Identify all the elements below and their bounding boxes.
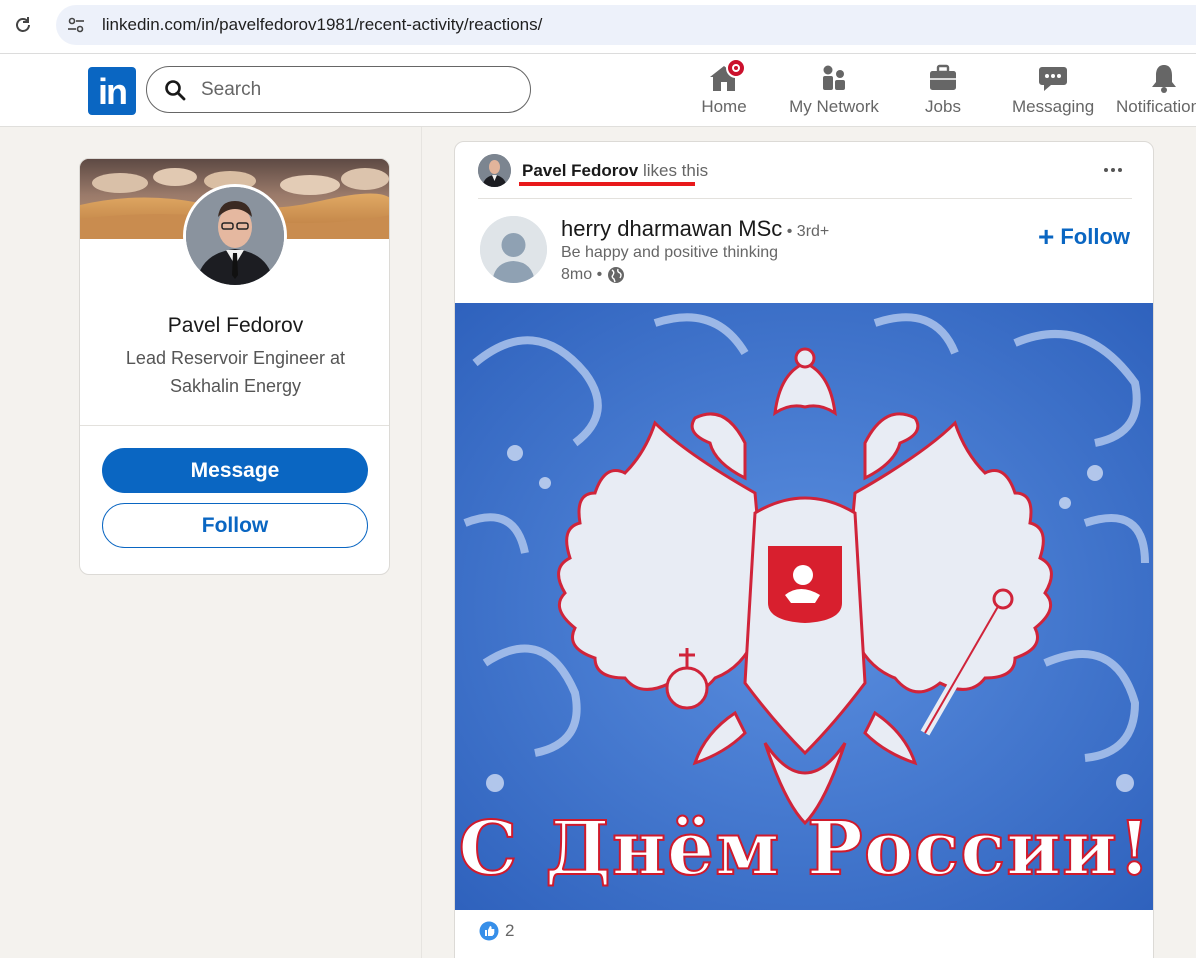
- column-divider: [421, 127, 422, 958]
- globe-icon: [608, 267, 625, 283]
- profile-card: Pavel Fedorov Lead Reservoir Engineer at…: [79, 158, 390, 575]
- chat-icon: [1037, 62, 1069, 94]
- author-name[interactable]: herry dharmawan MSc: [561, 216, 782, 241]
- follow-author-label: Follow: [1060, 224, 1131, 249]
- search-box[interactable]: [146, 66, 531, 113]
- image-greeting-text: С Днём России!: [457, 805, 1152, 893]
- post-time: 8mo •: [561, 266, 625, 284]
- nav-jobs-label: Jobs: [925, 97, 961, 116]
- reload-icon[interactable]: [10, 12, 36, 38]
- more-options-icon[interactable]: [1099, 156, 1127, 184]
- nav-notifications[interactable]: Notifications: [1116, 62, 1196, 122]
- context-name[interactable]: Pavel Fedorov: [522, 161, 638, 180]
- message-button[interactable]: Message: [102, 448, 368, 493]
- briefcase-icon: [927, 62, 959, 94]
- nav-messaging[interactable]: Messaging: [1012, 62, 1094, 122]
- reactions-summary[interactable]: 2: [479, 921, 514, 941]
- author-avatar[interactable]: [480, 216, 547, 283]
- divider: [478, 198, 1132, 199]
- nav-my-network-label: My Network: [789, 97, 879, 116]
- nav-home[interactable]: Home: [693, 58, 755, 122]
- post-age: 8mo •: [561, 266, 603, 283]
- linkedin-logo[interactable]: in: [88, 67, 136, 115]
- top-navigation: in Home My Network Jobs Messaging Notifi: [0, 54, 1196, 127]
- post-image[interactable]: С Днём России!: [455, 303, 1153, 910]
- profile-name[interactable]: Pavel Fedorov: [80, 314, 389, 338]
- feed-post: Pavel Fedorov likes this herry dharmawan…: [454, 141, 1154, 958]
- people-icon: [818, 62, 850, 94]
- divider: [80, 425, 389, 426]
- bell-icon: [1148, 62, 1180, 94]
- author-name-line[interactable]: herry dharmawan MSc • 3rd+: [561, 216, 829, 242]
- url-text[interactable]: linkedin.com/in/pavelfedorov1981/recent-…: [102, 15, 542, 35]
- nav-notifications-label: Notifications: [1116, 97, 1196, 116]
- activity-context: Pavel Fedorov likes this: [522, 161, 708, 181]
- follow-button[interactable]: Follow: [102, 503, 368, 548]
- connection-degree: • 3rd+: [782, 223, 830, 240]
- context-action: likes this: [638, 161, 709, 180]
- site-settings-icon[interactable]: [64, 13, 88, 37]
- nav-messaging-label: Messaging: [1012, 97, 1095, 116]
- plus-icon: +: [1038, 221, 1055, 252]
- context-avatar[interactable]: [478, 154, 511, 187]
- nav-my-network[interactable]: My Network: [786, 62, 882, 122]
- highlight-underline: [519, 182, 695, 186]
- search-input[interactable]: [201, 77, 501, 103]
- browser-toolbar: linkedin.com/in/pavelfedorov1981/recent-…: [0, 0, 1196, 54]
- address-bar[interactable]: linkedin.com/in/pavelfedorov1981/recent-…: [56, 5, 1196, 45]
- search-icon: [165, 80, 186, 101]
- nav-home-label: Home: [701, 97, 747, 116]
- home-icon: [708, 58, 746, 94]
- author-headline: Be happy and positive thinking: [561, 244, 779, 261]
- profile-headline: Lead Reservoir Engineer at Sakhalin Ener…: [125, 348, 346, 396]
- like-reaction-icon: [479, 921, 499, 941]
- reaction-count[interactable]: 2: [505, 921, 514, 941]
- notification-badge: [726, 58, 746, 78]
- nav-jobs[interactable]: Jobs: [920, 62, 966, 122]
- profile-avatar[interactable]: [183, 184, 287, 288]
- follow-author-button[interactable]: + Follow: [1038, 221, 1131, 252]
